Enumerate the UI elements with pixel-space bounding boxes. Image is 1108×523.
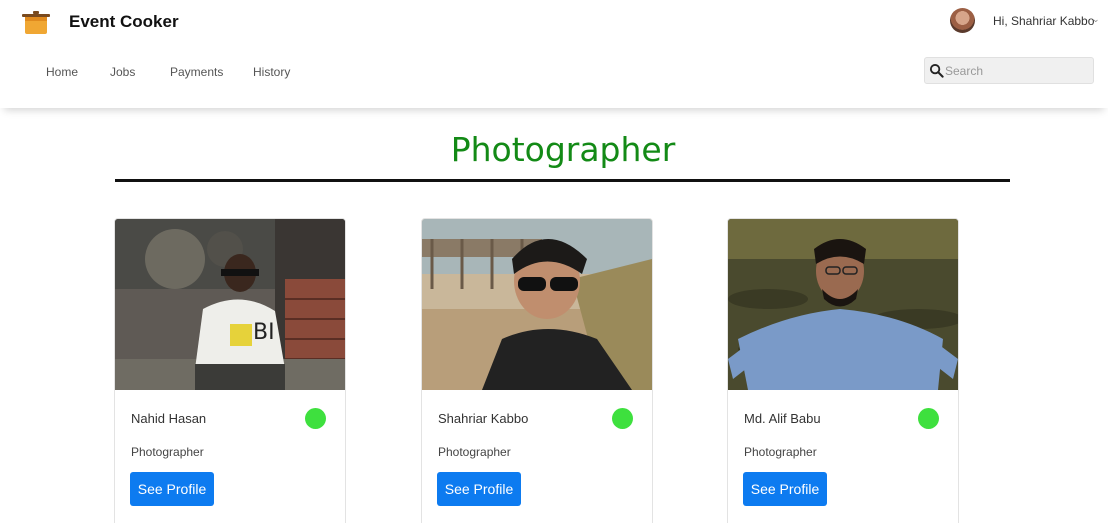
user-greeting[interactable]: Hi, Shahriar Kabbo [993,14,1094,28]
photographer-card: BI Nahid Hasan Photographer See Profile [114,218,346,523]
profile-photo [422,219,652,390]
card-role: Photographer [438,445,511,459]
chevron-down-icon[interactable]: ⌄ [1092,14,1100,25]
card-name: Shahriar Kabbo [438,411,529,426]
nav-jobs[interactable]: Jobs [110,65,135,79]
search-icon [929,63,944,78]
brand-name[interactable]: Event Cooker [69,12,179,32]
card-name: Nahid Hasan [131,411,207,426]
profile-photo [728,219,958,390]
photographer-card: Shahriar Kabbo Photographer See Profile [421,218,653,523]
online-status-icon [612,408,633,429]
online-status-icon [305,408,326,429]
see-profile-button[interactable]: See Profile [437,472,521,506]
title-divider [115,179,1010,182]
nav-history[interactable]: History [253,65,290,79]
see-profile-button[interactable]: See Profile [130,472,214,506]
nav-payments[interactable]: Payments [170,65,223,79]
nav-home[interactable]: Home [46,65,78,79]
card-role: Photographer [131,445,204,459]
svg-text:BI: BI [253,320,275,345]
card-role: Photographer [744,445,817,459]
user-avatar[interactable] [950,8,975,33]
search-box [924,57,1094,84]
online-status-icon [918,408,939,429]
top-header: Event Cooker Home Jobs Payments History … [0,0,1108,108]
see-profile-button[interactable]: See Profile [743,472,827,506]
search-input[interactable] [945,62,1090,80]
photographer-card: Md. Alif Babu Photographer See Profile [727,218,959,523]
cooking-pot-icon[interactable] [20,6,52,38]
card-name: Md. Alif Babu [744,411,821,426]
page-title: Photographer [450,130,676,169]
profile-photo: BI [115,219,345,390]
